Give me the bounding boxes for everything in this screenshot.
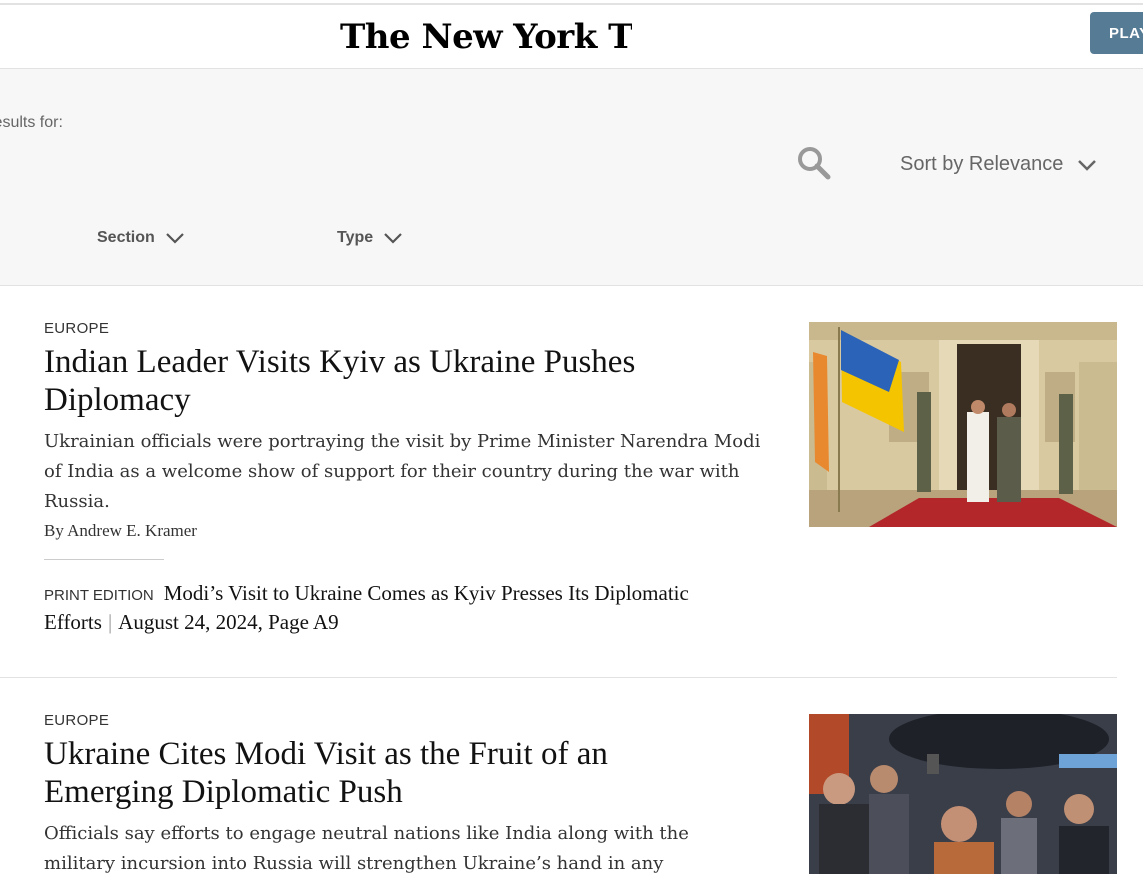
- divider: [44, 559, 164, 560]
- sort-dropdown[interactable]: Sort by Relevance: [900, 153, 1097, 176]
- article-headline[interactable]: Ukraine Cites Modi Visit as the Fruit of…: [44, 735, 744, 811]
- print-edition: PRINT EDITION Modi’s Visit to Ukraine Com…: [44, 580, 744, 635]
- chevron-down-icon: [166, 233, 184, 244]
- chevron-down-icon: [1078, 159, 1097, 171]
- chevron-down-icon: [384, 233, 402, 244]
- section-filter-label: Section: [97, 229, 155, 246]
- result-divider: [0, 677, 1117, 678]
- search-icon[interactable]: [796, 145, 832, 181]
- sort-label: Sort by Relevance: [900, 153, 1064, 175]
- results-label: Results for:: [0, 114, 63, 131]
- play-button[interactable]: PLAY: [1090, 12, 1143, 54]
- article-image[interactable]: [809, 322, 1117, 527]
- type-filter-label: Type: [337, 229, 374, 246]
- separator: |: [107, 610, 113, 634]
- search-panel: Results for: Sort by Relevance Section T…: [0, 69, 1143, 286]
- print-edition-label: PRINT EDITION: [44, 587, 154, 604]
- section-filter[interactable]: Section: [97, 229, 185, 247]
- type-filter[interactable]: Type: [337, 229, 403, 247]
- article-headline[interactable]: Indian Leader Visits Kyiv as Ukraine Pus…: [44, 343, 744, 419]
- print-date: August 24, 2024, Page A9: [118, 610, 339, 634]
- article-summary: Officials say efforts to engage neutral …: [44, 823, 689, 874]
- nyt-logo[interactable]: The New York Times: [340, 15, 632, 59]
- article-summary: Ukrainian officials were portraying the …: [44, 431, 761, 512]
- masthead: The New York Times PLAY: [0, 5, 1143, 69]
- article-image[interactable]: [809, 714, 1117, 874]
